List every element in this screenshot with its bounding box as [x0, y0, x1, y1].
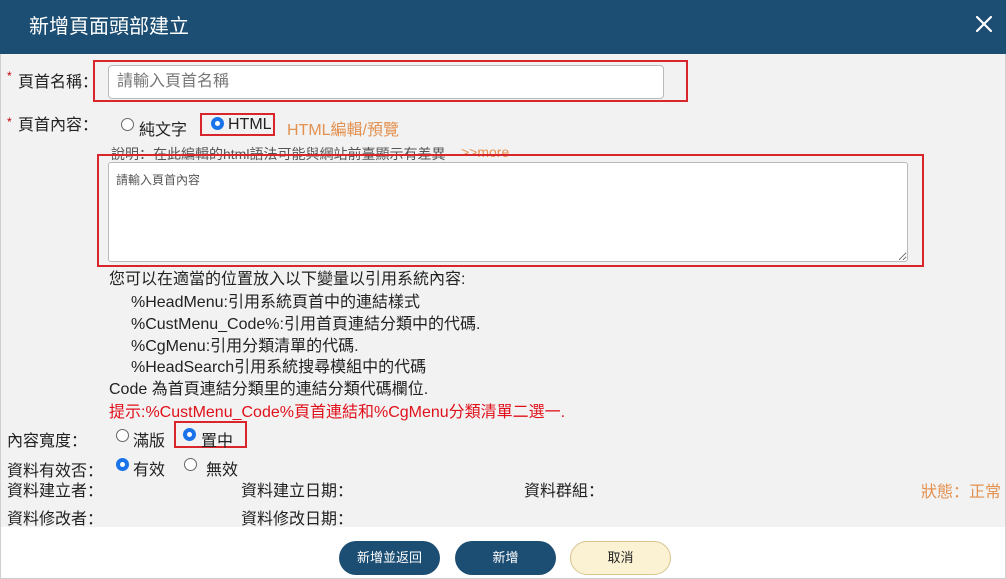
header-content-textarea[interactable]	[108, 162, 908, 262]
header-content-label: 頁首內容：	[18, 117, 99, 134]
dialog-header: 新增頁面頭部建立	[0, 0, 1006, 54]
radio-full-width[interactable]	[116, 429, 129, 442]
tip-text: 提示:%CustMenu_Code%頁首連結和%CgMenu分類清單二選一.	[109, 404, 566, 421]
radio-invalid[interactable]	[184, 458, 197, 471]
radio-plain-text-label[interactable]: 純文字	[139, 116, 187, 140]
radio-valid-label[interactable]: 有效	[133, 456, 165, 480]
created-date-label: 資料建立日期：	[241, 483, 354, 500]
variable-item: %HeadMenu:引用系統頁首中的連結樣式	[131, 294, 420, 311]
header-name-input[interactable]	[108, 65, 664, 99]
radio-valid[interactable]	[116, 458, 129, 471]
radio-centered[interactable]	[183, 428, 196, 441]
cancel-button[interactable]: 取消	[570, 541, 671, 575]
radio-centered-label[interactable]: 置中	[201, 427, 233, 451]
modified-date-label: 資料修改日期：	[241, 511, 354, 528]
code-note: Code 為首頁連結分類里的連結分類代碼欄位.	[109, 381, 429, 398]
variables-intro: 您可以在適當的位置放入以下變量以引用系統內容:	[109, 271, 466, 288]
content-width-label: 內容寬度：	[7, 433, 88, 450]
modifier-label: 資料修改者：	[7, 511, 104, 528]
add-and-return-button[interactable]: 新增並返回	[339, 541, 440, 575]
radio-html[interactable]	[211, 117, 224, 130]
required-mark: *	[7, 69, 12, 83]
close-icon[interactable]	[972, 12, 996, 36]
radio-full-width-label[interactable]: 滿版	[133, 427, 165, 451]
add-button[interactable]: 新增	[455, 541, 556, 575]
dialog-body: * 頁首名稱： * 頁首內容： 純文字 HTML HTML編輯/預覽 說明：在此…	[0, 54, 1006, 528]
status-text: 狀態：正常	[921, 484, 1002, 501]
variable-item: %HeadSearch引用系統搜尋模組中的代碼	[131, 359, 427, 376]
radio-html-label[interactable]: HTML	[228, 116, 272, 134]
required-mark: *	[7, 115, 12, 129]
dialog-title: 新增頁面頭部建立	[29, 16, 189, 38]
html-edit-preview-link[interactable]: HTML編輯/預覽	[287, 116, 399, 140]
variable-item: %CustMenu_Code%:引用首頁連結分類中的代碼.	[131, 316, 481, 333]
header-name-label: 頁首名稱：	[18, 74, 99, 91]
radio-plain-text[interactable]	[121, 118, 134, 131]
radio-invalid-label[interactable]: 無效	[206, 456, 238, 480]
dialog-footer: 新增並返回 新增 取消	[0, 527, 1006, 579]
creator-label: 資料建立者：	[7, 483, 104, 500]
data-group-label: 資料群組：	[524, 483, 605, 500]
